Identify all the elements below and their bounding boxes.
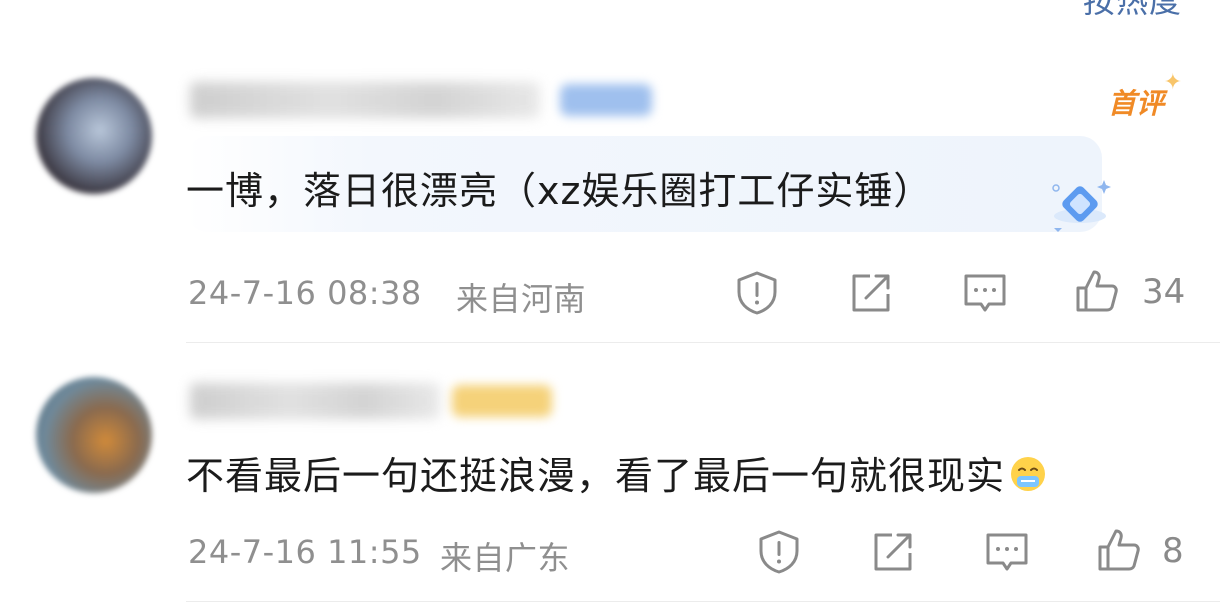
- comment-text: 一博，落日很漂亮（xz娱乐圈打工仔实锤）: [186, 169, 933, 213]
- comment-timestamp: 24-7-16 11:55: [188, 533, 422, 571]
- first-comment-badge: 首评 ✦: [1107, 70, 1182, 122]
- comment-text: 不看最后一句还挺浪漫，看了最后一句就很现实: [186, 445, 1047, 500]
- comment-location: 来自广东: [440, 539, 571, 577]
- avatar[interactable]: [36, 377, 152, 493]
- like-icon[interactable]: [1096, 527, 1142, 573]
- avatar[interactable]: [36, 78, 152, 194]
- report-icon[interactable]: [734, 270, 780, 316]
- reply-icon[interactable]: [962, 270, 1008, 316]
- comment-item: 首评 ✦ 一博，落日很漂亮（xz娱乐圈打工仔实锤） 24-7-16 08:38 …: [0, 0, 1220, 342]
- comment-divider: [186, 601, 1220, 602]
- like-count: 8: [1162, 531, 1184, 571]
- share-icon[interactable]: [848, 270, 894, 316]
- gem-icon: [1052, 180, 1111, 232]
- report-icon[interactable]: [756, 529, 802, 575]
- username[interactable]: [190, 82, 540, 118]
- like-icon[interactable]: [1074, 268, 1120, 314]
- emoji-icon: [1011, 457, 1046, 491]
- star-icon: ✦: [1163, 70, 1182, 95]
- like-count: 34: [1142, 272, 1186, 312]
- first-comment-label: 首评: [1107, 87, 1164, 120]
- reply-icon[interactable]: [984, 529, 1030, 575]
- comment-text-body: 不看最后一句还挺浪漫，看了最后一句就很现实: [186, 454, 1006, 498]
- comment-item: 不看最后一句还挺浪漫，看了最后一句就很现实 24-7-16 11:55 来自广东…: [0, 343, 1220, 614]
- username[interactable]: [190, 383, 440, 419]
- user-badge: [452, 385, 552, 417]
- user-badge: [560, 84, 652, 116]
- comment-location: 来自河南: [456, 280, 587, 318]
- share-icon[interactable]: [870, 529, 916, 575]
- comment-timestamp: 24-7-16 08:38: [188, 274, 422, 312]
